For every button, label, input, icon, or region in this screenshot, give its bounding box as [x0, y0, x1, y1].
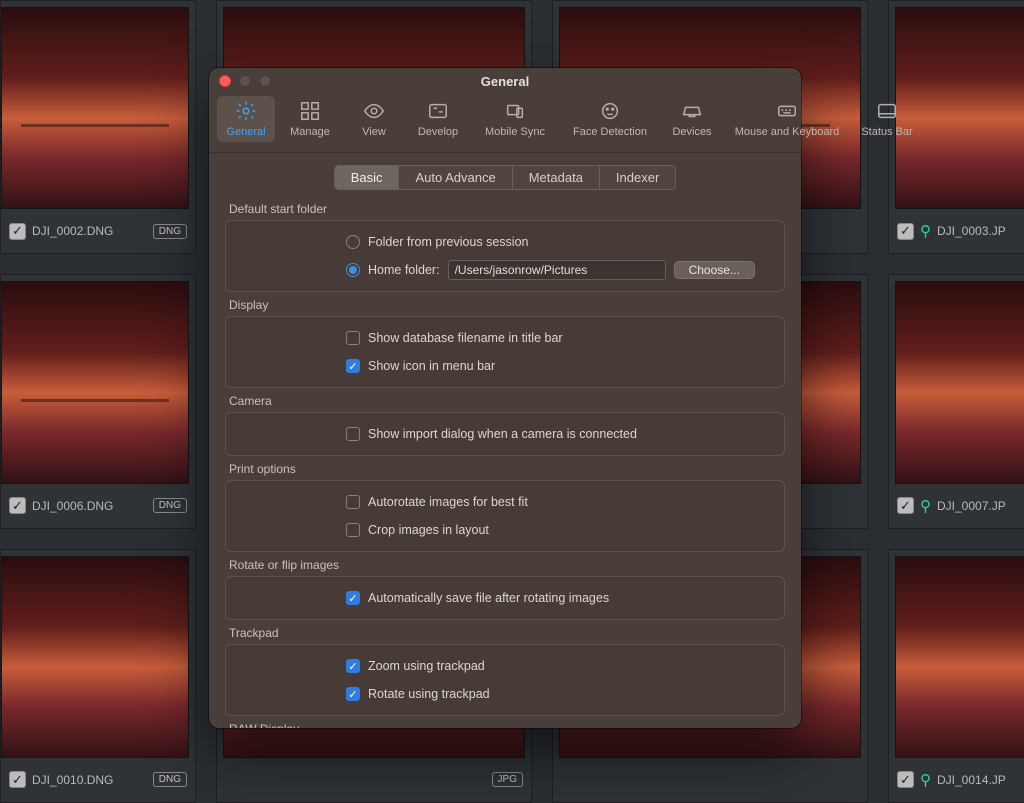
radio-previous-session[interactable] [346, 235, 360, 249]
geo-pin-icon: ⚲ [920, 771, 931, 789]
format-badge: DNG [153, 772, 187, 787]
thumbnail-image[interactable] [1, 281, 189, 483]
keyboard-icon [774, 100, 800, 122]
checkbox-autorotate[interactable] [346, 495, 360, 509]
statusbar-icon [874, 100, 900, 122]
thumbnail-cell[interactable]: DJI_0010.DNG DNG [0, 549, 196, 803]
home-folder-path-field[interactable] [448, 260, 666, 280]
geo-pin-icon: ⚲ [920, 497, 931, 515]
panel-trackpad: Zoom using trackpad Rotate using trackpa… [225, 644, 785, 716]
thumbnail-filename: DJI_0002.DNG [32, 224, 113, 238]
gear-icon [233, 100, 259, 122]
thumbnail-checkbox[interactable] [9, 771, 26, 788]
panel-start-folder: Folder from previous session Home folder… [225, 220, 785, 292]
label-show-menu-icon: Show icon in menu bar [368, 359, 495, 373]
subtab-basic[interactable]: Basic [334, 165, 400, 190]
toolbar-tab-general[interactable]: General [217, 96, 275, 142]
sub-tabs: Basic Auto Advance Metadata Indexer [225, 165, 785, 190]
label-rotate-trackpad: Rotate using trackpad [368, 687, 490, 701]
thumbnail-cell[interactable]: DJI_0002.DNG DNG [0, 0, 196, 254]
thumbnail-checkbox[interactable] [897, 497, 914, 514]
panel-camera: Show import dialog when a camera is conn… [225, 412, 785, 456]
toolbar-tab-mouse-keyboard[interactable]: Mouse and Keyboard [727, 96, 847, 142]
thumbnail-filename: DJI_0007.JP [937, 499, 1006, 513]
thumbnail-image[interactable] [1, 556, 189, 758]
label-home-folder: Home folder: [368, 263, 440, 277]
section-title-display: Display [229, 298, 785, 312]
thumbnail-filename: DJI_0006.DNG [32, 499, 113, 513]
thumbnail-filename: DJI_0014.JP [937, 773, 1006, 787]
window-close-button[interactable] [219, 75, 231, 87]
label-show-db-filename: Show database filename in title bar [368, 331, 563, 345]
toolbar-tab-status-bar[interactable]: Status Bar [853, 96, 921, 142]
preferences-body: Basic Auto Advance Metadata Indexer Defa… [209, 153, 801, 728]
section-title-print: Print options [229, 462, 785, 476]
window-zoom-button[interactable] [259, 75, 271, 87]
toolbar-tab-devices[interactable]: Devices [663, 96, 721, 142]
thumbnail-image[interactable] [1, 7, 189, 209]
window-minimize-button[interactable] [239, 75, 251, 87]
label-autorotate: Autorotate images for best fit [368, 495, 528, 509]
label-zoom-trackpad: Zoom using trackpad [368, 659, 485, 673]
thumbnail-checkbox[interactable] [9, 223, 26, 240]
toolbar-tab-mobile-sync[interactable]: Mobile Sync [473, 96, 557, 142]
label-previous-session: Folder from previous session [368, 235, 528, 249]
checkbox-rotate-trackpad[interactable] [346, 687, 360, 701]
geo-pin-icon: ⚲ [920, 222, 931, 240]
toolbar-tab-view[interactable]: View [345, 96, 403, 142]
format-badge: DNG [153, 224, 187, 239]
device-icon [679, 100, 705, 122]
preferences-toolbar: General Manage View Develop Mobile Sync … [209, 94, 801, 153]
format-badge: JPG [492, 772, 523, 787]
thumbnail-image[interactable] [895, 556, 1024, 758]
radio-home-folder[interactable] [346, 263, 360, 277]
toolbar-tab-manage[interactable]: Manage [281, 96, 339, 142]
checkbox-zoom-trackpad[interactable] [346, 659, 360, 673]
thumbnail-filename: DJI_0003.JP [937, 224, 1006, 238]
eye-icon [361, 100, 387, 122]
section-title-start-folder: Default start folder [229, 202, 785, 216]
section-title-camera: Camera [229, 394, 785, 408]
thumbnail-filename: DJI_0010.DNG [32, 773, 113, 787]
format-badge: DNG [153, 498, 187, 513]
label-import-dialog: Show import dialog when a camera is conn… [368, 427, 637, 441]
checkbox-autosave-rotate[interactable] [346, 591, 360, 605]
thumbnail-cell[interactable]: ⚲ DJI_0014.JP DNG [888, 549, 1024, 803]
section-title-raw: RAW Display [229, 722, 785, 728]
checkbox-crop-layout[interactable] [346, 523, 360, 537]
checkbox-show-db-filename[interactable] [346, 331, 360, 345]
face-icon [597, 100, 623, 122]
label-autosave-rotate: Automatically save file after rotating i… [368, 591, 609, 605]
mobile-sync-icon [502, 100, 528, 122]
thumbnail-checkbox[interactable] [897, 223, 914, 240]
titlebar[interactable]: General [209, 68, 801, 94]
window-title: General [481, 74, 529, 89]
section-title-rotate: Rotate or flip images [229, 558, 785, 572]
choose-folder-button[interactable]: Choose... [674, 261, 755, 279]
panel-rotate: Automatically save file after rotating i… [225, 576, 785, 620]
subtab-indexer[interactable]: Indexer [600, 165, 676, 190]
thumbnail-cell[interactable]: DJI_0006.DNG DNG [0, 274, 196, 528]
label-crop-layout: Crop images in layout [368, 523, 489, 537]
thumbnail-image[interactable] [895, 281, 1024, 483]
thumbnail-checkbox[interactable] [9, 497, 26, 514]
subtab-metadata[interactable]: Metadata [513, 165, 600, 190]
grid-icon [297, 100, 323, 122]
toolbar-tab-develop[interactable]: Develop [409, 96, 467, 142]
thumbnail-cell[interactable]: ⚲ DJI_0007.JP DNG [888, 274, 1024, 528]
subtab-auto-advance[interactable]: Auto Advance [399, 165, 512, 190]
thumbnail-checkbox[interactable] [897, 771, 914, 788]
checkbox-show-menu-icon[interactable] [346, 359, 360, 373]
toolbar-tab-face-detection[interactable]: Face Detection [563, 96, 657, 142]
sliders-icon [425, 100, 451, 122]
section-title-trackpad: Trackpad [229, 626, 785, 640]
preferences-window: General General Manage View Develop Mobi… [209, 68, 801, 728]
panel-display: Show database filename in title bar Show… [225, 316, 785, 388]
panel-print: Autorotate images for best fit Crop imag… [225, 480, 785, 552]
checkbox-import-dialog[interactable] [346, 427, 360, 441]
